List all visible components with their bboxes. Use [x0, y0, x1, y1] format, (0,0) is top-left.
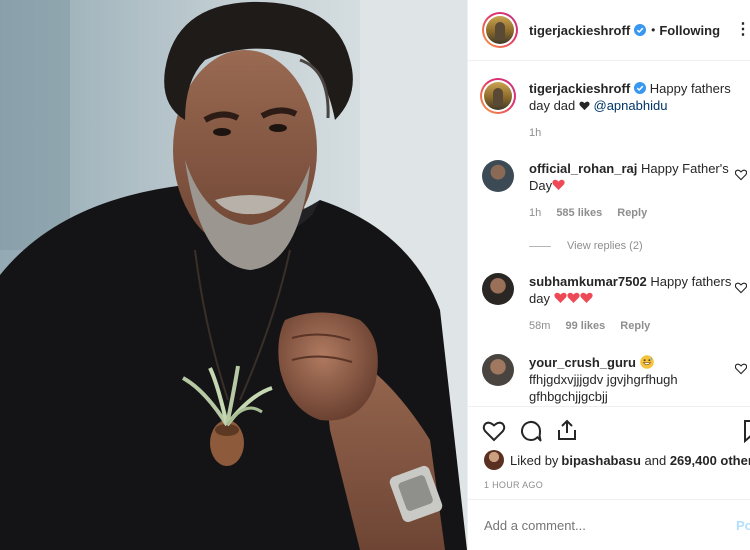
author-username[interactable]: tigerjackieshroff — [529, 23, 630, 38]
share-icon[interactable] — [555, 418, 579, 442]
like-comment-heart-icon[interactable] — [735, 169, 747, 181]
replies-divider — [529, 246, 551, 247]
grinning-sweat-emoji-icon — [639, 355, 654, 369]
red-heart-emoji-icon — [553, 292, 567, 303]
view-replies-button[interactable]: View replies (2) — [529, 238, 739, 255]
red-heart-emoji-icon — [566, 292, 580, 303]
caption-age[interactable]: 1h — [529, 127, 541, 139]
comment-bubble-icon[interactable] — [519, 419, 543, 443]
post-header: tigerjackieshroff • Following ⋮ — [468, 0, 750, 61]
post-timestamp[interactable]: 1 HOUR AGO — [484, 480, 543, 490]
caption-username[interactable]: tigerjackieshroff — [529, 81, 630, 96]
like-heart-icon[interactable] — [482, 419, 506, 443]
verified-badge-icon — [634, 24, 647, 36]
liker-username[interactable]: bipashabasu — [561, 453, 640, 468]
caption-avatar[interactable] — [480, 78, 516, 114]
comment-text: ffhjgdxvjjjgdv jgvjhgrfhugh gfhbgchjjgcb… — [529, 372, 678, 404]
comment-likes[interactable]: 585 likes — [556, 207, 602, 219]
reply-button[interactable]: Reply — [620, 320, 650, 332]
black-heart-emoji-icon — [579, 101, 590, 111]
likes-prefix: Liked by — [510, 452, 559, 468]
separator-dot: • — [651, 23, 656, 37]
post-comment-button[interactable]: Post — [736, 518, 750, 533]
verified-badge-icon — [634, 82, 647, 94]
post-photo[interactable] — [0, 0, 467, 550]
likes-middle: and — [640, 452, 670, 468]
comment-age[interactable]: 58m — [529, 320, 550, 332]
post-side-panel: tigerjackieshroff • Following ⋮ tigerjac… — [467, 0, 750, 550]
like-comment-heart-icon[interactable] — [735, 282, 747, 294]
red-heart-emoji-icon — [552, 179, 565, 190]
view-replies-label: View replies (2) — [567, 240, 643, 252]
comment-username[interactable]: your_crush_guru — [529, 355, 636, 370]
comment-age[interactable]: 1h — [529, 207, 541, 219]
post-actions: Liked by bipashabasu and 269,400 others … — [468, 406, 750, 550]
likes-count[interactable]: 269,400 others — [670, 453, 750, 468]
like-comment-heart-icon[interactable] — [735, 363, 747, 375]
comment-likes[interactable]: 99 likes — [565, 320, 605, 332]
commenter-avatar[interactable] — [482, 354, 514, 386]
more-options-icon[interactable]: ⋮ — [735, 22, 750, 38]
caption-mention-link[interactable]: @apnabhidu — [594, 98, 668, 113]
comment-username[interactable]: subhamkumar7502 — [529, 274, 647, 289]
comment-username[interactable]: official_rohan_raj — [529, 161, 637, 176]
liker-avatar[interactable] — [484, 450, 504, 470]
red-heart-emoji-icon — [579, 292, 593, 303]
likes-summary[interactable]: Liked by bipashabasu and 269,400 others — [484, 450, 750, 470]
reply-button[interactable]: Reply — [617, 207, 647, 219]
commenter-avatar[interactable] — [482, 160, 514, 192]
following-button[interactable]: Following — [659, 23, 720, 38]
commenter-avatar[interactable] — [482, 273, 514, 305]
comment-input[interactable] — [484, 518, 704, 533]
heart-emojis — [553, 291, 593, 306]
comments-list[interactable]: tigerjackieshroff Happy fathers day dad … — [468, 62, 750, 406]
author-avatar[interactable] — [482, 12, 518, 48]
photo-illustration — [0, 0, 467, 550]
add-comment-section: Post — [468, 499, 750, 550]
bookmark-icon[interactable] — [741, 419, 750, 443]
